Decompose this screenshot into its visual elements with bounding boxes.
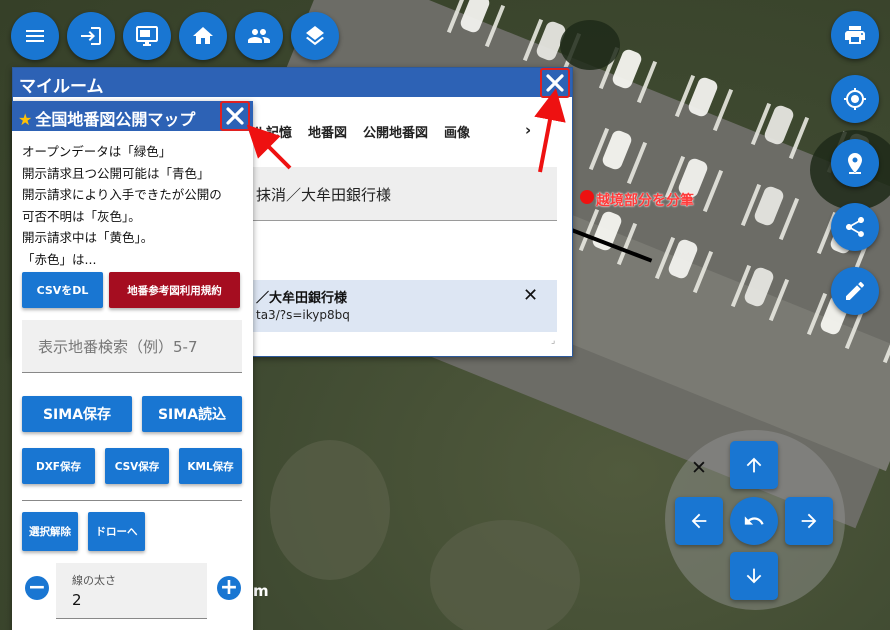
line-width-value: 2 (72, 591, 82, 609)
terms-button[interactable]: 地番参考図利用規約 (109, 272, 240, 308)
arrow-left-icon (691, 513, 707, 529)
sima-save-button[interactable]: SIMA保存 (22, 396, 132, 432)
tab-room-save[interactable]: ル記憶 (253, 122, 292, 141)
description-line: 開示請求により入手できたが公開の (22, 187, 222, 202)
note-marker (580, 190, 594, 204)
location-pin-button[interactable] (831, 139, 879, 187)
chiban-search-input[interactable]: 表示地番検索（例）5-7 (22, 320, 242, 373)
chiban-map-panel: ★ 全国地番図公開マップ オープンデータは「緑色」 開示請求且つ公開可能は「青色」… (12, 101, 253, 630)
line-width-label: 線の太さ (72, 574, 116, 587)
dpad-close-button[interactable]: ✕ (691, 457, 707, 479)
arrow-up-icon (746, 457, 762, 473)
close-icon (546, 74, 564, 92)
my-room-tabs: ル記憶 地番図 公開地番図 画像 (253, 118, 528, 142)
undo-button[interactable] (730, 497, 778, 545)
divider (22, 500, 242, 501)
description-line: 「赤色」は... (22, 251, 97, 267)
resize-handle[interactable]: ⌟ (551, 336, 555, 346)
chiban-panel-header: ★ 全国地番図公開マップ (12, 101, 253, 131)
tab-image[interactable]: 画像 (444, 122, 470, 141)
chiban-panel-title: 全国地番図公開マップ (35, 110, 196, 129)
print-icon (845, 26, 865, 44)
draw-button[interactable]: ドローへ (88, 512, 145, 551)
print-button[interactable] (831, 11, 879, 59)
my-room-title: マイルーム (13, 68, 572, 97)
room-entry-title: 抹消／大牟田銀行様 (256, 186, 392, 204)
pan-left-button[interactable] (675, 497, 723, 545)
deselect-button[interactable]: 選択解除 (22, 512, 78, 551)
tree (560, 20, 620, 70)
layers-icon (306, 26, 324, 46)
tab-scroll-right[interactable]: › (525, 121, 531, 139)
line-width-field[interactable]: 線の太さ 2 (56, 563, 207, 619)
description-line: 開示請求且つ公開可能は「青色」 (22, 165, 210, 181)
line-width-decrease-button[interactable]: − (25, 576, 49, 600)
line-width-increase-button[interactable]: + (217, 576, 241, 600)
location-pin-icon (848, 153, 862, 174)
edit-pencil-icon (846, 281, 865, 300)
csv-download-button[interactable]: CSVをDL (22, 272, 103, 308)
pan-right-button[interactable] (785, 497, 833, 545)
scale-label: m (253, 582, 269, 600)
tree (430, 520, 580, 630)
home-icon (193, 27, 213, 44)
gps-button[interactable] (831, 75, 879, 123)
edit-button[interactable] (831, 267, 879, 315)
pan-up-button[interactable] (730, 441, 778, 489)
users-icon (248, 29, 270, 43)
tab-chiban-map[interactable]: 地番図 (308, 122, 347, 141)
arrow-down-icon (746, 568, 762, 584)
close-icon (226, 107, 244, 125)
dxf-save-button[interactable]: DXF保存 (22, 448, 95, 484)
star-icon: ★ (18, 110, 33, 129)
csv-save-button[interactable]: CSV保存 (105, 448, 169, 484)
undo-icon (744, 516, 764, 525)
login-button[interactable] (67, 12, 115, 60)
arrow-right-icon (801, 513, 817, 529)
screen-icon (136, 26, 158, 46)
menu-button[interactable] (11, 12, 59, 60)
room-item-delete-button[interactable]: ✕ (523, 285, 538, 306)
room-list-item[interactable]: ／大牟田銀行様 ta3/?s=ikyp8bq ✕ (253, 280, 557, 332)
description-line: オープンデータは「緑色」 (22, 144, 172, 159)
pan-down-button[interactable] (730, 552, 778, 600)
map-note: 越境部分を分筆 (596, 193, 694, 209)
legend-description: オープンデータは「緑色」 開示請求且つ公開可能は「青色」 開示請求により入手でき… (22, 141, 250, 270)
room-item-url[interactable]: ta3/?s=ikyp8bq (256, 308, 350, 322)
login-icon (81, 27, 101, 45)
chiban-panel-close-button[interactable] (220, 101, 250, 131)
kml-save-button[interactable]: KML保存 (179, 448, 242, 484)
tree (270, 440, 390, 580)
users-button[interactable] (235, 12, 283, 60)
tab-public-chiban-map[interactable]: 公開地番図 (363, 122, 428, 141)
screen-button[interactable] (123, 12, 171, 60)
description-line: 開示請求中は「黄色」。 (22, 230, 154, 245)
home-button[interactable] (179, 12, 227, 60)
description-line: 可否不明は「灰色」。 (22, 208, 141, 224)
menu-icon (26, 30, 44, 42)
sima-load-button[interactable]: SIMA読込 (142, 396, 242, 432)
my-room-close-button[interactable] (540, 68, 570, 98)
layers-button[interactable] (291, 12, 339, 60)
gps-icon (844, 88, 866, 110)
room-item-title: ／大牟田銀行様 (256, 291, 348, 306)
share-button[interactable] (831, 203, 879, 251)
share-icon (846, 217, 864, 237)
